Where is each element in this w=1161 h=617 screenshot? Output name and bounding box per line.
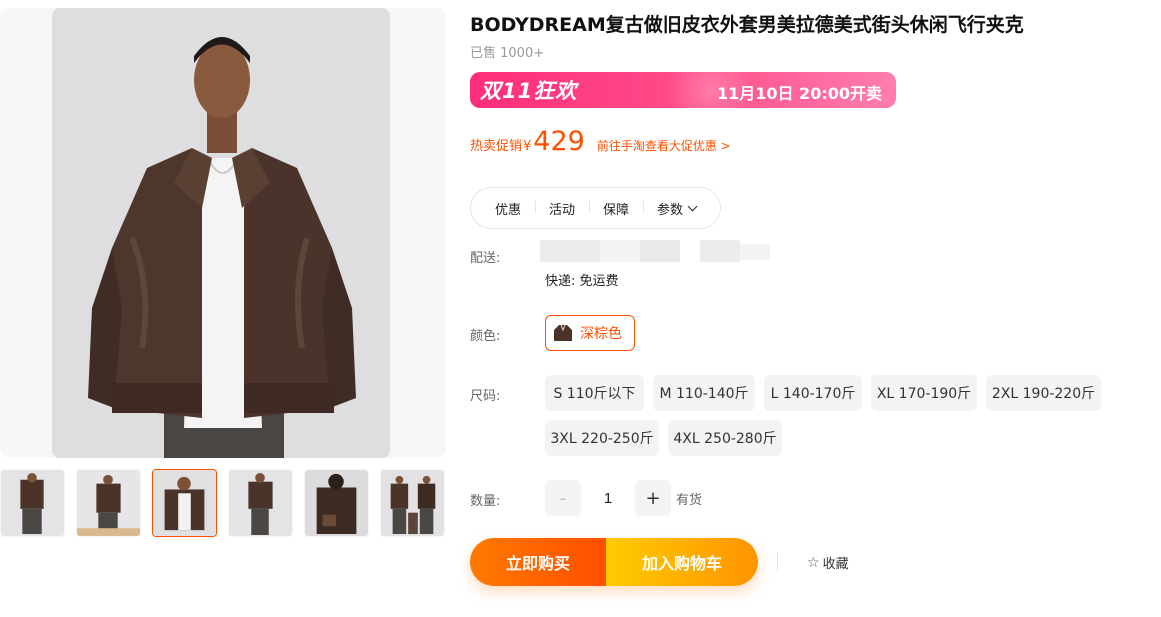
thumbnail-1-image — [1, 470, 64, 536]
thumbnail-5[interactable] — [304, 469, 369, 537]
price-currency: ¥ — [523, 139, 532, 154]
size-option-m[interactable]: M 110-140斤 — [653, 375, 755, 411]
stock-status: 有货 — [676, 492, 703, 508]
add-to-cart-button[interactable]: 加入购物车 — [606, 538, 758, 586]
blurred-address — [600, 240, 640, 262]
promo-date: 11月10日 20:00开卖 — [716, 84, 882, 103]
promo-logo: 双11狂欢 — [480, 79, 578, 103]
info-tabs: 优惠 活动 保障 参数 — [470, 187, 722, 229]
tab-label: 活动 — [549, 202, 576, 218]
color-option-label: 深棕色 — [580, 326, 622, 342]
main-image-container — [0, 8, 446, 458]
blurred-address — [740, 244, 770, 260]
action-divider — [777, 552, 778, 572]
thumbnail-3[interactable] — [152, 469, 217, 537]
price-value: 429 — [533, 126, 585, 157]
size-option-xl[interactable]: XL 170-190斤 — [871, 375, 977, 411]
size-label: 尺码: — [470, 389, 501, 404]
thumbnail-2[interactable] — [76, 469, 141, 537]
blurred-address — [640, 240, 680, 262]
tab-label: 优惠 — [495, 202, 522, 218]
size-option-4xl[interactable]: 4XL 250-280斤 — [668, 420, 782, 456]
buy-now-button[interactable]: 立即购买 — [470, 538, 606, 586]
jacket-model-illustration — [52, 8, 390, 458]
size-option-3xl[interactable]: 3XL 220-250斤 — [545, 420, 659, 456]
tab-discount[interactable]: 优惠 — [481, 199, 535, 218]
purchase-button-group: 立即购买 加入购物车 — [470, 538, 758, 586]
chevron-down-icon — [687, 201, 698, 211]
quantity-increase-button[interactable]: + — [635, 480, 671, 516]
blurred-address — [540, 240, 600, 262]
price-row: 热卖促销 ¥ 429 前往手淘查看大促优惠 > — [470, 126, 731, 158]
thumbnail-4[interactable] — [228, 469, 293, 537]
tab-label: 保障 — [603, 202, 630, 218]
thumbnail-1[interactable] — [0, 469, 65, 537]
main-product-image[interactable] — [52, 8, 390, 458]
favorite-button[interactable]: ☆ 收藏 — [807, 553, 849, 573]
blurred-address — [700, 240, 740, 262]
size-option-l[interactable]: L 140-170斤 — [764, 375, 862, 411]
thumbnail-5-image — [305, 470, 368, 536]
size-option-s[interactable]: S 110斤以下 — [545, 375, 644, 411]
size-option-2xl[interactable]: 2XL 190-220斤 — [986, 375, 1101, 411]
thumbnail-4-image — [229, 470, 292, 536]
quantity-input[interactable] — [581, 480, 635, 516]
thumbnail-6[interactable] — [380, 469, 445, 537]
promo-banner[interactable]: 双11狂欢 11月10日 20:00开卖 — [470, 72, 896, 108]
star-icon: ☆ — [807, 554, 820, 571]
quantity-label: 数量: — [470, 494, 501, 509]
thumbnail-6-image — [381, 470, 444, 536]
sold-count: 已售 1000+ — [470, 46, 545, 61]
tab-label: 参数 — [657, 202, 684, 218]
tab-guarantee[interactable]: 保障 — [589, 199, 643, 218]
shipping-method: 快递: 免运费 — [545, 274, 619, 289]
promo-detail-link[interactable]: 前往手淘查看大促优惠 > — [597, 137, 731, 154]
quantity-stepper: - + 有货 — [545, 480, 702, 516]
product-title: BODYDREAM复古做旧皮衣外套男美拉德美式街头休闲飞行夹克 — [470, 14, 1024, 36]
favorite-label: 收藏 — [822, 557, 849, 572]
quantity-decrease-button[interactable]: - — [545, 480, 581, 516]
tab-params[interactable]: 参数 — [643, 199, 710, 218]
thumbnail-2-image — [77, 470, 140, 536]
color-label: 颜色: — [470, 329, 501, 344]
shipping-label: 配送: — [470, 251, 501, 266]
price-label: 热卖促销 — [470, 139, 523, 154]
color-option-dark-brown[interactable]: 深棕色 — [545, 315, 635, 351]
thumbnail-strip — [0, 469, 446, 539]
thumbnail-3-image — [153, 470, 216, 536]
jacket-swatch-icon — [554, 324, 572, 341]
tab-activity[interactable]: 活动 — [535, 199, 589, 218]
